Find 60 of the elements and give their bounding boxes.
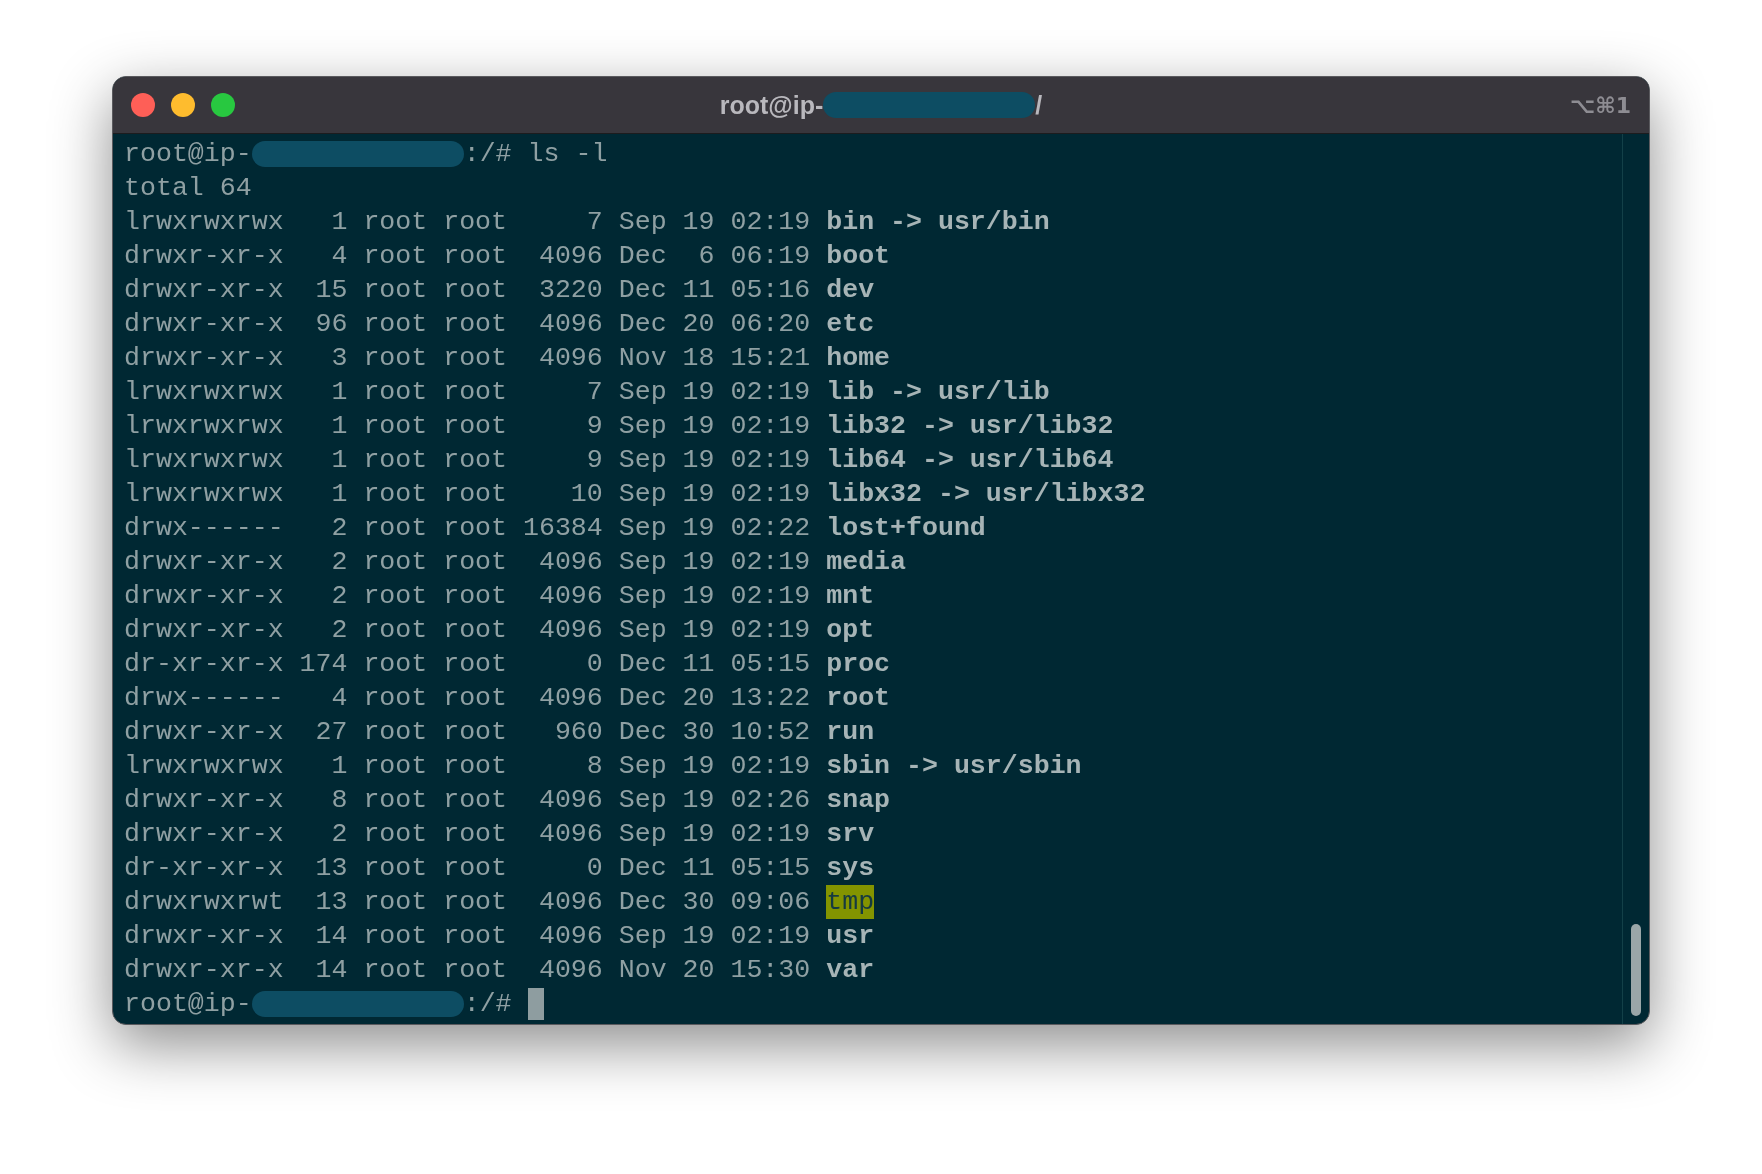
- file-info: drwxr-xr-x 2 root root 4096 Sep 19 02:19: [124, 818, 811, 851]
- scrollbar-thumb[interactable]: [1631, 924, 1641, 1016]
- file-name: run: [826, 716, 875, 749]
- file-name: lib -> usr/lib: [826, 376, 1050, 409]
- file-info: drwxr-xr-x 96 root root 4096 Dec 20 06:20: [124, 308, 811, 341]
- file-info: lrwxrwxrwx 1 root root 7 Sep 19 02:19: [124, 376, 811, 409]
- zoom-button[interactable]: [211, 93, 235, 117]
- file-info: drwxr-xr-x 14 root root 4096 Sep 19 02:19: [124, 920, 811, 953]
- file-name: mnt: [826, 580, 875, 613]
- file-name: lib64 -> usr/lib64: [826, 444, 1114, 477]
- file-info: drwxr-xr-x 4 root root 4096 Dec 6 06:19: [124, 240, 811, 273]
- prompt-text: :/#: [463, 988, 512, 1021]
- file-name: dev: [826, 274, 875, 307]
- file-info: drwxr-xr-x 27 root root 960 Dec 30 10:52: [124, 716, 811, 749]
- file-info: drwxr-xr-x 14 root root 4096 Nov 20 15:30: [124, 954, 811, 987]
- file-info: drwxr-xr-x 2 root root 4096 Sep 19 02:19: [124, 580, 811, 613]
- window-title: /: [1035, 90, 1043, 120]
- prompt-text: :/#: [463, 138, 512, 171]
- file-info: dr-xr-xr-x 13 root root 0 Dec 11 05:15: [124, 852, 811, 885]
- file-name: snap: [826, 784, 891, 817]
- command-text: ls -l: [527, 138, 608, 171]
- file-name: root: [826, 682, 891, 715]
- file-name: tmp: [826, 885, 875, 919]
- file-info: drwxr-xr-x 3 root root 4096 Nov 18 15:21: [124, 342, 811, 375]
- file-name: var: [826, 954, 875, 987]
- file-name: libx32 -> usr/libx32: [826, 478, 1146, 511]
- text-cursor: [527, 988, 544, 1020]
- output-text: total 64: [124, 172, 252, 205]
- file-name: lost+found: [826, 512, 986, 545]
- shortcut-label: ⌥⌘1: [1568, 92, 1631, 118]
- file-name: usr: [826, 920, 875, 953]
- file-name: sbin -> usr/sbin: [826, 750, 1082, 783]
- file-info: drwx------ 4 root root 4096 Dec 20 13:22: [124, 682, 811, 715]
- prompt-text: root@ip-: [124, 988, 252, 1021]
- file-info: drwxr-xr-x 15 root root 3220 Dec 11 05:16: [124, 274, 811, 307]
- window-title: root@ip-: [719, 90, 824, 120]
- file-info: lrwxrwxrwx 1 root root 10 Sep 19 02:19: [124, 478, 811, 511]
- file-name: sys: [826, 852, 875, 885]
- file-info: drwx------ 2 root root 16384 Sep 19 02:22: [124, 512, 811, 545]
- file-name: bin -> usr/bin: [826, 206, 1050, 239]
- file-info: drwxr-xr-x 8 root root 4096 Sep 19 02:26: [124, 784, 811, 817]
- file-info: lrwxrwxrwx 1 root root 8 Sep 19 02:19: [124, 750, 811, 783]
- file-info: drwxrwxrwt 13 root root 4096 Dec 30 09:06: [124, 886, 811, 919]
- prompt-text: root@ip-: [124, 138, 252, 171]
- file-info: dr-xr-xr-x 174 root root 0 Dec 11 05:15: [124, 648, 811, 681]
- file-name: media: [826, 546, 907, 579]
- file-name: lib32 -> usr/lib32: [826, 410, 1114, 443]
- file-name: srv: [826, 818, 875, 851]
- file-name: etc: [826, 308, 875, 341]
- file-info: drwxr-xr-x 2 root root 4096 Sep 19 02:19: [124, 614, 811, 647]
- minimize-button[interactable]: [171, 93, 195, 117]
- file-name: boot: [826, 240, 891, 273]
- file-name: opt: [826, 614, 875, 647]
- file-name: home: [826, 342, 891, 375]
- file-info: lrwxrwxrwx 1 root root 7 Sep 19 02:19: [124, 206, 811, 239]
- file-info: lrwxrwxrwx 1 root root 9 Sep 19 02:19: [124, 410, 811, 443]
- file-info: drwxr-xr-x 2 root root 4096 Sep 19 02:19: [124, 546, 811, 579]
- file-info: lrwxrwxrwx 1 root root 9 Sep 19 02:19: [124, 444, 811, 477]
- file-name: proc: [826, 648, 891, 681]
- close-button[interactable]: [131, 93, 155, 117]
